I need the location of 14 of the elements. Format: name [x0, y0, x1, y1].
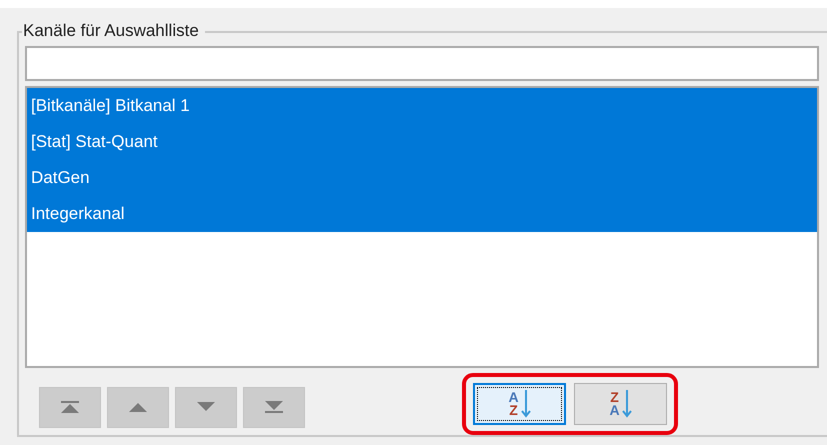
list-item[interactable]: Integerkanal — [27, 196, 817, 232]
channel-list[interactable]: [Bitkanäle] Bitkanal 1 [Stat] Stat-Quant DatGen Integerkanal — [25, 86, 819, 368]
down-triangle-icon — [197, 401, 215, 413]
list-item[interactable]: DatGen — [27, 160, 817, 196]
down-arrow-icon — [520, 390, 531, 418]
move-bottom-icon — [265, 401, 283, 413]
sort-ascending-button[interactable]: A Z — [473, 383, 566, 425]
up-triangle-icon — [129, 401, 147, 413]
filter-input-field[interactable] — [25, 46, 819, 81]
move-top-icon — [61, 401, 79, 413]
down-arrow-icon — [622, 390, 632, 418]
list-item[interactable]: [Stat] Stat-Quant — [27, 124, 817, 160]
sort-descending-button[interactable]: Z A — [574, 383, 667, 425]
list-item[interactable]: [Bitkanäle] Bitkanal 1 — [27, 88, 817, 124]
